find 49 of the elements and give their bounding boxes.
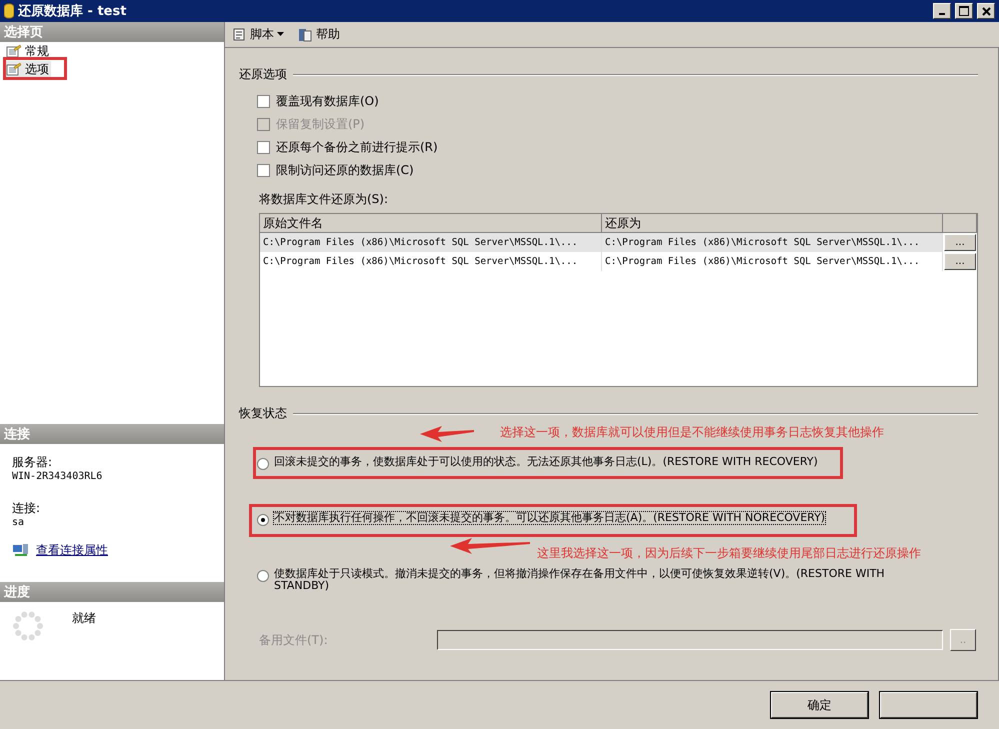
minimize-button[interactable] xyxy=(933,3,951,19)
annotation-text: 选择这一项，数据库就可以使用但是不能继续使用事务日志恢复其他操作 xyxy=(500,424,884,441)
connection-properties-link[interactable]: 查看连接属性 xyxy=(36,542,108,559)
page-icon xyxy=(6,44,22,58)
option-checkbox[interactable]: 还原每个备份之前进行提示(R) xyxy=(257,140,438,154)
spinner-icon xyxy=(12,610,44,642)
option-checkbox[interactable]: 限制访问还原的数据库(C) xyxy=(257,163,414,177)
window-title: 还原数据库 - test xyxy=(18,2,128,20)
column-header[interactable]: 还原为 xyxy=(602,214,943,233)
table-cell: C:\Program Files (x86)\Microsoft SQL Server\MSSQL.1\... xyxy=(260,233,602,252)
sidebar-item[interactable]: 选项 xyxy=(4,61,51,77)
recovery-radio[interactable]: 回滚未提交的事务，使数据库处于可以使用的状态。无法还原其他事务日志(L)。(RESTORE WITH RECOVERY) xyxy=(257,456,818,470)
page-icon xyxy=(6,62,22,76)
group-title: 恢复状态 xyxy=(239,405,287,422)
database-icon xyxy=(4,3,14,19)
maximize-icon xyxy=(959,6,969,16)
maximize-button[interactable] xyxy=(955,3,973,19)
script-icon xyxy=(231,26,247,42)
help-button[interactable]: 帮助 xyxy=(295,26,342,43)
annotation-text: 这里我选择这一项，因为后续下一步箱要继续使用尾部日志进行还原操作 xyxy=(537,545,921,562)
script-dropdown[interactable]: 脚本 xyxy=(229,26,287,43)
browse-button[interactable]: ... xyxy=(944,253,976,270)
column-header[interactable]: 原始文件名 xyxy=(260,214,602,233)
files-label: 将数据库文件还原为(S): xyxy=(259,191,390,208)
table-cell: C:\Program Files (x86)\Microsoft SQL Server\MSSQL.1\... xyxy=(602,233,943,252)
caret-icon xyxy=(277,32,285,37)
close-icon xyxy=(982,6,990,16)
progress-status: 就绪 xyxy=(72,610,96,627)
section-header: 进度 xyxy=(0,582,224,602)
server-name: WIN-2R343403RL6 xyxy=(12,471,104,482)
login-label: 连接: xyxy=(12,500,42,517)
cancel-button[interactable] xyxy=(880,692,977,718)
sidebar-item[interactable]: 常规 xyxy=(4,43,51,59)
computers-icon xyxy=(12,542,30,558)
close-button[interactable] xyxy=(977,3,995,19)
ok-button[interactable]: 确定 xyxy=(771,692,868,718)
option-checkbox[interactable]: 覆盖现有数据库(O) xyxy=(257,94,379,108)
standby-file-label: 备用文件(T): xyxy=(259,632,329,648)
highlight-box xyxy=(3,57,67,80)
server-label: 服务器: xyxy=(12,454,54,471)
section-header: 选择页 xyxy=(0,22,224,42)
browse-button[interactable]: ... xyxy=(944,234,976,251)
help-icon xyxy=(297,26,313,42)
login-name: sa xyxy=(12,517,26,528)
recovery-radio[interactable]: 不对数据库执行任何操作，不回滚未提交的事务。可以还原其他事务日志(A)。(RESTORE WITH NORECOVERY) xyxy=(257,512,826,526)
group-title: 还原选项 xyxy=(239,66,287,83)
section-header: 连接 xyxy=(0,424,224,444)
recovery-radio[interactable]: 使数据库处于只读模式。撤消未提交的事务，但将撤消操作保存在备用文件中，以便可使恢复效果逆转(V)。(RESTORE WITH STANDBY) xyxy=(257,568,922,592)
arrow-annotation xyxy=(420,426,474,442)
